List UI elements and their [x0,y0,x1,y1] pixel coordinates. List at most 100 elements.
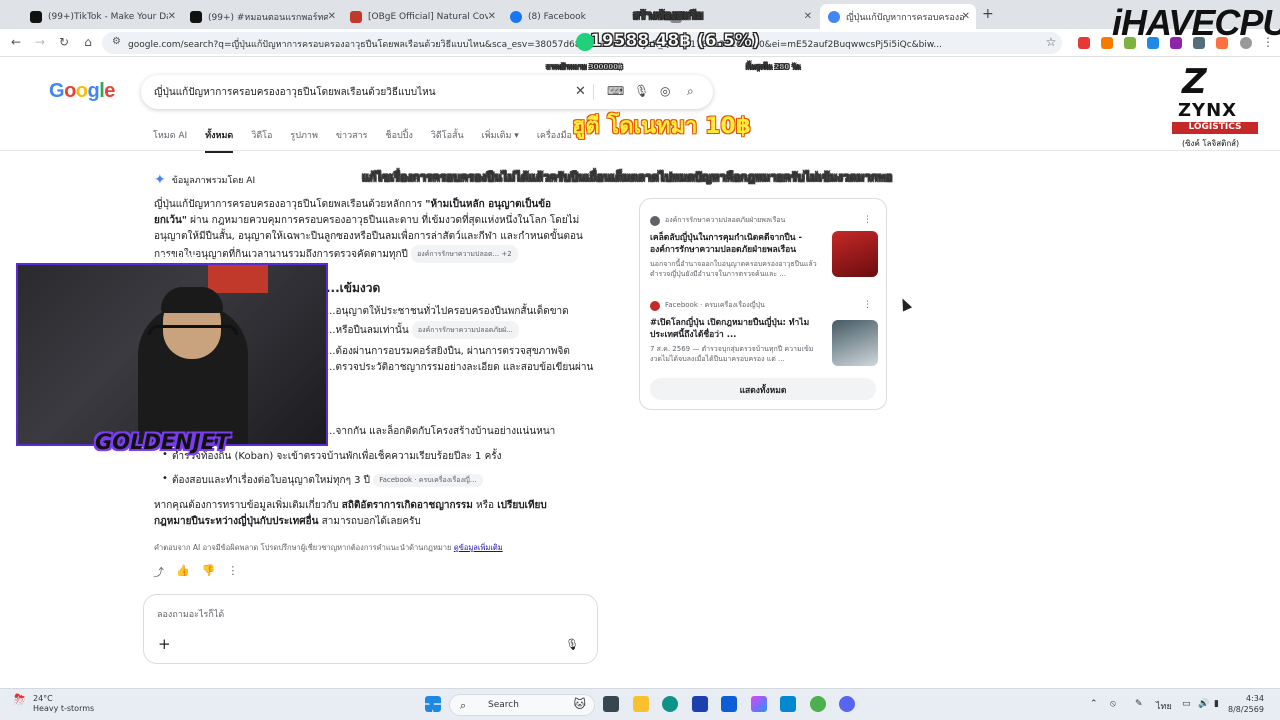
search-input[interactable]: ญี่ปุ่นแก้ปัญหาการครอบครองอาวุธปืนโดยพลเ… [154,85,436,100]
time-left: สิ้นสุดใน 280 วัน [746,63,801,72]
tiktok-icon [30,10,42,23]
site-info-icon[interactable]: ⚙ [112,36,121,47]
task-view-icon[interactable] [603,696,619,712]
source-card[interactable]: องค์การรักษาความปลอดภัยฝ่ายพลเรือน ⋮ เคล… [650,215,878,279]
new-tab-button[interactable]: + [982,6,994,22]
ask-box[interactable]: ลองถามอะไรก็ได้ + 🎙 [143,594,598,664]
weather-desc: Heavy t-storms [33,704,95,713]
tab-tiktok[interactable]: (99+)TikTok - Make Your Day ✕ [22,4,182,29]
google-logo[interactable]: Google [49,80,115,103]
clear-icon[interactable]: ✕ [575,84,586,99]
card-thumbnail[interactable] [832,231,878,277]
learn-more-link[interactable]: ดูข้อมูลเพิ่มเติม [454,543,503,552]
more-icon[interactable]: ⋮ [863,215,872,225]
vscode-icon[interactable] [692,696,708,712]
source-card[interactable]: Facebook · ครบเครื่องเรื่องญี่ปุ่น ⋮ #เป… [650,300,878,366]
streamer-hair [161,287,223,313]
pen-icon[interactable]: ✎ [1135,699,1143,709]
file-explorer-icon[interactable] [633,696,649,712]
back-icon[interactable]: ← [8,35,24,49]
card-title[interactable]: เคล็ดลับญี่ปุ่นในการคุมกำเนิดคดีจากปืน -… [650,232,822,256]
sponsor-name: ZYNX [1178,100,1238,121]
tab-google-search[interactable]: ญี่ปุ่นแก้ปัญหาการครอบครองอาวุธปืน ✕ [820,4,976,29]
source-chip[interactable]: องค์การรักษาความปลอด... +2 [411,245,518,263]
language-indicator[interactable]: ไทย [1156,699,1172,713]
card-snippet: นอกจากนี้อำนาจออกใบอนุญาตครอบครองอาวุธปื… [650,260,817,278]
close-icon[interactable]: ✕ [804,11,812,22]
tab-title: ญี่ปุ่นแก้ปัญหาการครอบครองอาวุธปืน [846,12,966,23]
microphone-icon[interactable]: 🎙 [634,84,649,98]
display-icon[interactable]: ▭ [1182,699,1191,709]
volume-icon[interactable]: 🔊 [1198,699,1209,709]
share-icon[interactable]: ⤴ [153,564,164,580]
donation-amount: 19588.48฿ (6.5%) [590,31,760,52]
network-off-icon[interactable]: ⦸ [1110,699,1116,709]
source-chip[interactable]: Facebook · ครบเครื่องเรื่องญี่... [373,473,483,487]
source-name: องค์การรักษาความปลอดภัยฝ่ายพลเรือน [665,216,786,224]
source-cards-panel: องค์การรักษาความปลอดภัยฝ่ายพลเรือน ⋮ เคล… [639,198,887,410]
ai-closing: หากคุณต้องการทราบข้อมูลเพิ่มเติมเกี่ยวกั… [154,498,584,530]
ask-input[interactable]: ลองถามอะไรก็ได้ [157,607,224,621]
text: สามารถบอกได้เลยครับ [318,516,421,527]
source-chip[interactable]: องค์การรักษาความปลอดภัยฝ่... [411,321,519,339]
chrome-icon[interactable] [810,696,826,712]
adblock-icon[interactable] [1078,37,1090,49]
sponsor-logo: Z ZYNX LOGISTICS (ซิงค์ โลจิสติกส์) [1172,62,1262,150]
more-icon[interactable]: ⋮ [863,300,872,310]
webcam-feed [16,263,328,446]
donation-message: แก้ไขเรื่องการครอบครองปืนไม่ได้แล้วครับป… [362,170,893,185]
clock-date: 8/8/2569 [1228,705,1264,714]
facebook-icon [510,10,522,23]
thumbs-down-icon[interactable]: 👎 [202,564,216,580]
cam-tag: TONNUMS [160,254,201,262]
close-icon[interactable]: ✕ [962,11,970,22]
ai-paragraph-1: ญี่ปุ่นแก้ปัญหาการครอบครองอาวุธปืนโดยพลเ… [154,197,584,263]
mouse-cursor [897,296,913,312]
store-icon[interactable] [721,696,737,712]
text: คำตอบจาก AI อาจมีข้อผิดพลาด โปรดปรึกษาผู… [154,543,454,552]
forward-icon[interactable]: → [32,35,48,49]
home-icon[interactable]: ⌂ [80,35,96,49]
keyboard-icon[interactable]: ⌨ [607,84,624,98]
card-thumbnail[interactable] [832,320,878,366]
close-icon[interactable]: ✕ [328,11,336,22]
show-all-button[interactable]: แสดงทั้งหมด [650,378,876,400]
battery-icon[interactable]: ▮ [1214,699,1219,709]
search-box[interactable]: ญี่ปุ่นแก้ปัญหาการครอบครองอาวุธปืนโดยพลเ… [141,75,713,109]
lens-icon[interactable]: ◎ [660,84,670,98]
thumbs-up-icon[interactable]: 👍 [176,564,190,580]
windows-start-icon[interactable] [425,696,441,712]
close-icon[interactable]: ✕ [168,11,176,22]
search-icon: ⌕ [460,699,467,712]
source-name: Facebook · ครบเครื่องเรื่องญี่ปุ่น [665,301,765,309]
chevron-up-icon[interactable]: ⌃ [1090,699,1098,709]
more-icon[interactable]: ⋮ [227,564,238,580]
header-divider [0,150,1280,151]
clock-time: 4:34 [1245,694,1264,703]
close-icon[interactable]: ✕ [488,11,496,22]
headphones [148,325,238,335]
edge-icon[interactable] [662,696,678,712]
section-line: ...อนุญาตให้ประชาชนทั่วไปครอบครองปืนพกสั… [326,306,569,317]
tab-title: (99+)TikTok - Make Your Day [48,11,168,22]
add-button[interactable]: + [158,635,171,653]
divider [593,84,594,100]
ai-overview-label: ข้อมูลภาพรวมโดย AI [171,176,256,186]
sponsor-thai: (ซิงค์ โลจิสติกส์) [1182,139,1240,148]
search-icon[interactable]: ⌕ [687,84,694,99]
tab-title: (8) Facebook [528,11,586,22]
bookmark-star-icon[interactable]: ☆ [1043,35,1059,49]
tab-title: [OBgE Official] Natural Cover Li [368,11,488,22]
promo-banner: ฮูตี โดเนทมา 10฿ [572,114,751,139]
copilot-icon[interactable] [751,696,767,712]
tab-shop[interactable]: [OBgE Official] Natural Cover Li ✕ [342,4,502,29]
taskbar-search[interactable]: ⌕ Search 🐱 [449,694,595,716]
tab-tiktok-2[interactable]: (99+) #หมอนตอนแรกพอร์ทศาส ✕ [182,4,342,29]
card-title[interactable]: #เปิดโลกญี่ปุ่น เปิดกฎหมายปืนญี่ปุ่น: ทำ… [650,317,822,341]
brand-text: iHAVECPU [1112,2,1280,43]
clock[interactable]: 4:34 8/8/2569 [1228,693,1264,715]
discord-icon[interactable] [839,696,855,712]
reload-icon[interactable]: ↻ [56,35,72,49]
microphone-icon[interactable]: 🎙 [565,638,579,651]
outlook-icon[interactable] [780,696,796,712]
